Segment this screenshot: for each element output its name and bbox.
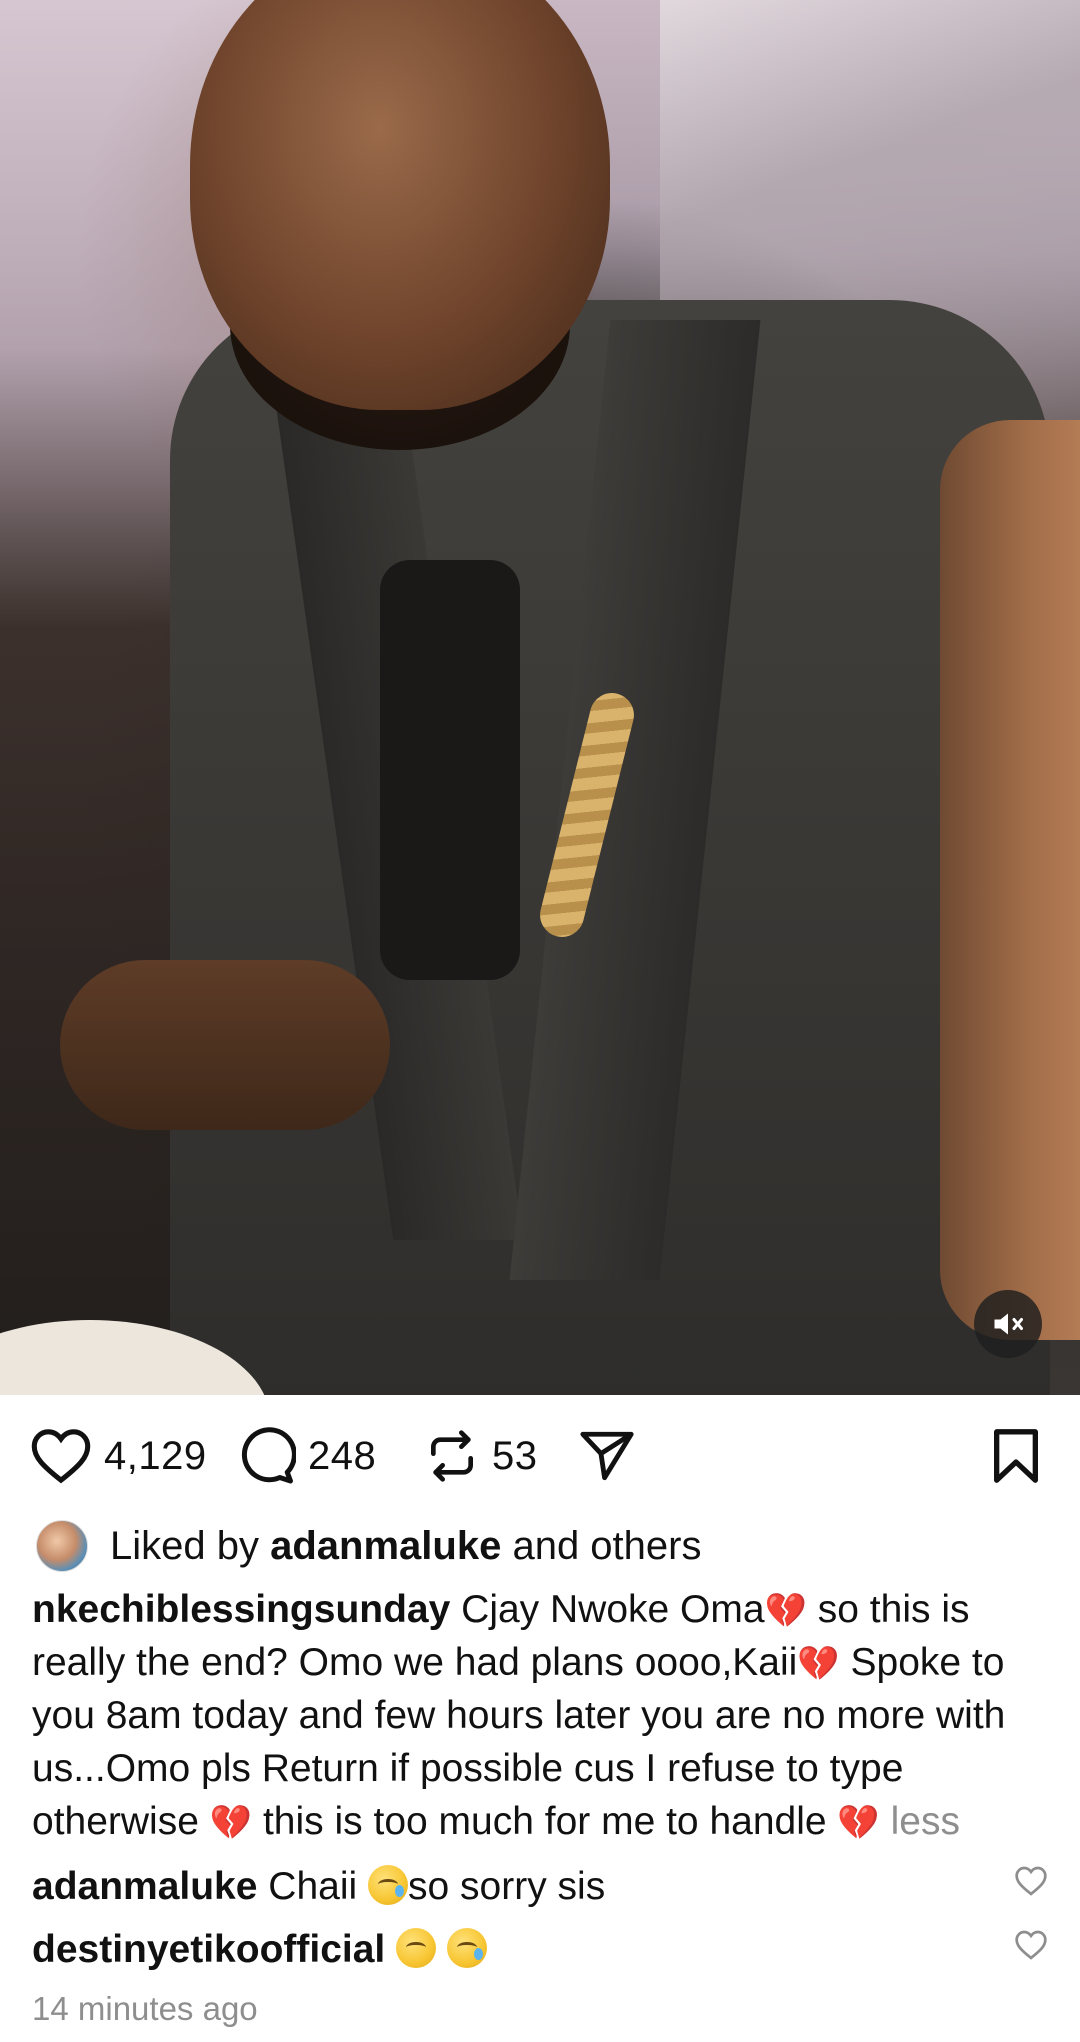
- caption-less-link[interactable]: less: [891, 1800, 960, 1843]
- comment-username[interactable]: destinyetikoofficial: [32, 1928, 385, 1971]
- broken-heart-emoji: 💔: [764, 1592, 807, 1630]
- broken-heart-emoji: 💔: [797, 1645, 840, 1683]
- comment-like-heart-icon[interactable]: [1014, 1866, 1048, 1896]
- post-action-bar: 4,129 248 53: [0, 1418, 1080, 1494]
- caption-username[interactable]: nkechiblessingsunday: [32, 1588, 450, 1631]
- like-button[interactable]: 4,129: [30, 1418, 207, 1494]
- comment-text-after: so sorry sis: [408, 1865, 606, 1908]
- crying-face-emoji: [368, 1865, 408, 1905]
- post-timestamp: 14 minutes ago: [32, 1990, 258, 2027]
- comment-button[interactable]: 248: [236, 1418, 376, 1494]
- avatar[interactable]: [36, 1520, 88, 1572]
- post-caption: nkechiblessingsunday Cjay Nwoke Oma💔 so …: [32, 1583, 1052, 1848]
- send-icon: [580, 1431, 634, 1481]
- subject-arm-right: [940, 420, 1080, 1340]
- comment-item: adanmaluke Chaii so sorry sis: [32, 1861, 1032, 1913]
- caption-text-4: this is too much for me to handle: [262, 1800, 827, 1843]
- comment-bubble-icon: [241, 1427, 296, 1484]
- post-video[interactable]: [0, 0, 1080, 1395]
- likes-count[interactable]: 4,129: [104, 1434, 207, 1479]
- comment-item: destinyetikoofficial: [32, 1924, 1032, 1976]
- comment-username[interactable]: adanmaluke: [32, 1865, 257, 1908]
- comment-like-heart-icon[interactable]: [1014, 1930, 1048, 1960]
- liked-by-prefix: Liked by: [110, 1523, 259, 1568]
- heart-icon: [31, 1429, 91, 1484]
- subject-head: [190, 0, 610, 410]
- smiling-face-with-tear-emoji: [446, 1928, 487, 1968]
- liked-by-row[interactable]: Liked by adanmaluke and others: [36, 1520, 701, 1572]
- caption-text-1: Cjay Nwoke Oma: [461, 1588, 765, 1631]
- broken-heart-emoji: 💔: [837, 1804, 880, 1842]
- comment-text: Chaii: [268, 1865, 358, 1908]
- subject-shirt: [380, 560, 520, 980]
- liked-by-user[interactable]: adanmaluke: [270, 1524, 501, 1569]
- liked-by-suffix[interactable]: and others: [512, 1524, 701, 1569]
- share-button[interactable]: [576, 1418, 638, 1494]
- reposts-count[interactable]: 53: [492, 1434, 538, 1479]
- subject-arm-left: [60, 960, 390, 1130]
- bookmark-icon: [994, 1429, 1038, 1483]
- save-button[interactable]: [990, 1418, 1042, 1494]
- smiling-face-emoji: [396, 1928, 437, 1968]
- repost-icon: [431, 1430, 473, 1482]
- mute-toggle-button[interactable]: [974, 1290, 1042, 1358]
- repost-button[interactable]: 53: [424, 1418, 538, 1494]
- broken-heart-emoji: 💔: [209, 1804, 253, 1842]
- comments-count[interactable]: 248: [308, 1434, 376, 1479]
- speaker-muted-icon: [994, 1313, 1023, 1335]
